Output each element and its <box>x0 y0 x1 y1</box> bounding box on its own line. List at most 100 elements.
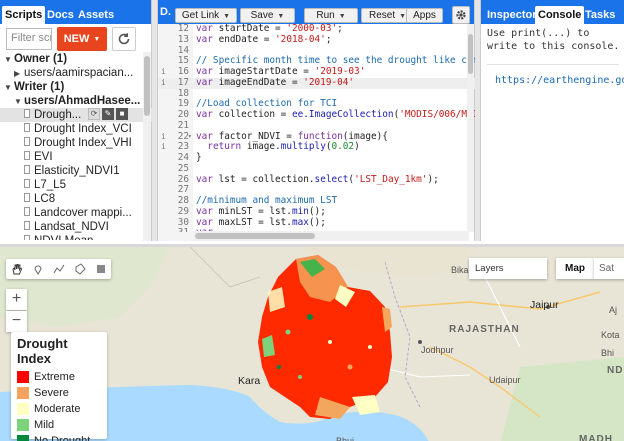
script-file-item[interactable]: Drought Index_VHI <box>0 136 152 150</box>
tree-item-label: Writer (1) <box>14 81 65 93</box>
code-vertical-scrollbar[interactable] <box>467 24 474 232</box>
map-place-label: RAJASTHAN <box>449 324 520 335</box>
script-folder-item[interactable]: ▶ users/aamirspacian... <box>0 66 152 80</box>
console-tabbar: Inspector Console Tasks <box>481 0 624 24</box>
tree-item-label: users/aamirspacian... <box>24 67 134 79</box>
code-horizontal-scrollbar[interactable] <box>193 231 469 241</box>
code-line[interactable]: 20 var collection = ee.ImageCollection('M… <box>158 109 476 121</box>
code-editor-panel: D. Get Link ▼ Save ▼ Run ▼ Reset ▼ Apps 12 va… <box>157 0 476 241</box>
tree-item-label: Elasticity_NDVI1 <box>34 165 120 177</box>
code-line[interactable]: 17 i var imageEndDate = '2019-04' <box>158 76 476 89</box>
console-panel: Inspector Console Tasks Use print(...) t… <box>480 0 624 241</box>
legend-swatch <box>17 387 29 399</box>
map-view[interactable]: Bika Jaipur RAJASTHAN Jodhpur Kara Bhui Udaipu… <box>0 244 624 441</box>
tab-tasks[interactable]: Tasks <box>582 6 618 24</box>
point-tool[interactable] <box>27 259 48 279</box>
apps-button[interactable]: Apps <box>406 8 443 23</box>
new-button[interactable]: NEW ▼ <box>57 27 107 51</box>
line-number: 17 <box>177 76 189 88</box>
drought-legend: Drought Index Extreme Severe Moderate Mild N… <box>11 332 107 441</box>
chevron-down-icon: ▼ <box>14 97 22 106</box>
file-icon <box>24 235 34 240</box>
tree-item-label: LC8 <box>34 193 56 205</box>
get-link-button[interactable]: Get Link ▼ <box>175 8 237 23</box>
script-file-item[interactable]: Landcover mappi... <box>0 206 152 220</box>
code-text: var imageEndDate = '2019-04' <box>196 76 355 88</box>
map-place-label: Aj <box>609 305 618 315</box>
legend-items: Extreme Severe Moderate Mild No Drought <box>17 369 101 441</box>
delete-icon[interactable]: ■ <box>116 108 128 120</box>
chevron-down-icon: ▼ <box>93 35 101 43</box>
info-marker-icon[interactable]: i <box>161 67 166 78</box>
code-line[interactable]: 23 i return image.multiply(0.02) <box>158 141 476 153</box>
chevron-down-icon: ▼ <box>4 55 12 64</box>
rename-icon[interactable]: ✎ <box>102 108 114 120</box>
script-file-item[interactable]: Drought Index_VCI <box>0 122 152 136</box>
map-type-map-button[interactable]: Map <box>556 258 594 279</box>
tab-scripts[interactable]: Scripts <box>2 6 46 24</box>
zoom-out-button[interactable]: − <box>6 311 27 332</box>
refresh-button[interactable] <box>112 27 136 51</box>
code-line[interactable]: 13 var endDate = '2018-04'; <box>158 33 476 46</box>
tab-assets[interactable]: Assets <box>75 6 117 24</box>
script-folder-item[interactable]: ▼ Owner (1) <box>0 52 152 66</box>
file-icon <box>24 137 34 151</box>
chevron-down-icon: ▼ <box>399 13 407 20</box>
tree-item-label: Owner (1) <box>14 53 68 65</box>
legend-item: No Drought <box>17 433 101 441</box>
legend-label: Extreme <box>34 371 75 383</box>
save-button[interactable]: Save ▼ <box>240 8 295 23</box>
code-line[interactable]: 26 var lst = collection.select('LST_Day_1… <box>158 174 476 186</box>
legend-label: No Drought <box>34 435 91 441</box>
zoom-in-button[interactable]: + <box>6 289 27 310</box>
script-folder-item[interactable]: ▼ Writer (1) <box>0 80 152 94</box>
script-tree: ▼ Owner (1) ▶ users/aamirspacian... ▼ Writer … <box>0 52 152 240</box>
polygon-tool[interactable] <box>69 259 90 279</box>
map-place-label: Kara <box>238 375 261 387</box>
info-marker-icon[interactable]: i <box>161 78 166 89</box>
console-link[interactable]: https://earthengine.goo... <box>495 75 624 86</box>
script-folder-item[interactable]: ▼ users/AhmadHasee... <box>0 94 152 108</box>
script-file-item[interactable]: NDVI Mean <box>0 234 152 240</box>
pan-hand-tool[interactable] <box>6 259 27 279</box>
chevron-down-icon: ▼ <box>223 13 231 20</box>
scripts-panel: Scripts Docs Assets Filter scr NEW ▼ ▼ Ow… <box>0 0 152 241</box>
tab-docs[interactable]: Docs <box>44 6 77 24</box>
script-file-item[interactable]: Drough... ⟳ ✎ ■ <box>0 108 152 122</box>
polygon-icon <box>75 263 86 275</box>
history-icon[interactable]: ⟳ <box>88 108 100 120</box>
info-marker-icon[interactable]: i <box>161 142 166 153</box>
code-text: var endDate = '2018-04'; <box>196 33 332 45</box>
script-file-item[interactable]: EVI <box>0 150 152 164</box>
scripts-tabbar: Scripts Docs Assets <box>0 0 151 24</box>
script-file-item[interactable]: L7_L5 <box>0 178 152 192</box>
settings-button[interactable] <box>452 6 470 24</box>
chevron-right-icon: ▶ <box>14 69 21 78</box>
save-label: Save <box>250 10 274 21</box>
script-file-item[interactable]: LC8 <box>0 192 152 206</box>
polyline-icon <box>53 264 64 274</box>
reset-label: Reset <box>368 10 396 21</box>
tab-inspector[interactable]: Inspector <box>484 6 540 24</box>
info-marker-icon[interactable]: i <box>161 132 166 143</box>
script-file-item[interactable]: Landsat_NDVI <box>0 220 152 234</box>
chevron-down-icon: ▼ <box>338 13 346 20</box>
script-file-item[interactable]: Elasticity_NDVI1 <box>0 164 152 178</box>
tree-item-label: Drought Index_VCI <box>34 123 132 135</box>
run-button[interactable]: Run ▼ <box>304 8 358 23</box>
file-icon <box>24 151 34 165</box>
file-icon <box>24 109 34 123</box>
line-tool[interactable] <box>48 259 69 279</box>
tab-console[interactable]: Console <box>535 6 585 24</box>
rectangle-tool[interactable] <box>90 259 111 279</box>
scripts-scrollbar[interactable] <box>143 52 151 241</box>
layers-dropdown[interactable]: Layers <box>469 258 547 279</box>
run-label: Run <box>316 10 335 21</box>
scripts-filter-input[interactable]: Filter scr <box>6 28 52 50</box>
file-icon <box>24 179 34 193</box>
code-line[interactable]: 24} <box>158 152 476 164</box>
map-type-satellite-button[interactable]: Sat <box>594 258 624 279</box>
tree-item-label: Drought Index_VHI <box>34 137 132 149</box>
code-editor[interactable]: 12 var startDate = '2000-03'; 13 var endDat… <box>158 24 476 232</box>
map-place-label: Kota <box>601 330 620 340</box>
